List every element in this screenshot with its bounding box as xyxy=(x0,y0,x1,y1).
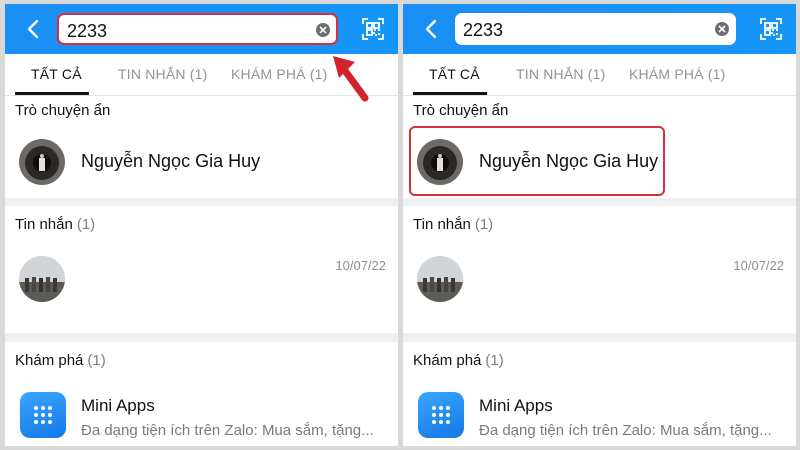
tab-messages[interactable]: TIN NHẮN (1) xyxy=(118,66,208,82)
hidden-chats-section: Trò chuyện ẩn Nguyễn Ngọc Gia Huy xyxy=(403,96,796,198)
mini-apps-grid-icon xyxy=(418,392,464,438)
section-title-messages: Tin nhắn (1) xyxy=(413,216,494,233)
search-header xyxy=(5,4,398,54)
clear-icon xyxy=(718,25,726,33)
tab-bar: TẤT CẢ TIN NHẮN (1) KHÁM PHÁ (1) xyxy=(403,54,796,96)
app-name: Mini Apps xyxy=(81,396,155,415)
section-title-explore: Khám phá (1) xyxy=(15,352,106,369)
mini-apps-row[interactable]: Mini Apps Đa dạng tiện ích trên Zalo: Mu… xyxy=(5,382,398,446)
section-title-messages: Tin nhắn (1) xyxy=(15,216,96,233)
tab-all[interactable]: TẤT CẢ xyxy=(31,66,82,82)
active-tab-indicator xyxy=(413,92,487,95)
tab-explore[interactable]: KHÁM PHÁ (1) xyxy=(629,66,726,82)
contact-name: Nguyễn Ngọc Gia Huy xyxy=(479,151,659,171)
avatar xyxy=(417,256,463,302)
search-box[interactable] xyxy=(455,13,736,45)
back-icon xyxy=(27,19,39,39)
app-description: Đa dạng tiện ích trên Zalo: Mua sắm, tặn… xyxy=(479,422,772,439)
active-tab-indicator xyxy=(15,92,89,95)
avatar xyxy=(417,139,463,185)
hidden-chats-section: Trò chuyện ẩn Nguyễn Ngọc Gia Huy xyxy=(5,96,398,198)
mini-apps-row[interactable]: Mini Apps Đa dạng tiện ích trên Zalo: Mu… xyxy=(403,382,796,446)
section-title-explore: Khám phá (1) xyxy=(413,352,504,369)
search-header xyxy=(403,4,796,54)
qr-scan-icon xyxy=(362,18,384,40)
explore-section: Khám phá (1) Mini Apps Đa dạng tiện ích t… xyxy=(403,342,796,446)
qr-scan-icon xyxy=(760,18,782,40)
screen-after: TẤT CẢ TIN NHẮN (1) KHÁM PHÁ (1) Trò chu… xyxy=(403,4,796,446)
app-description: Đa dạng tiện ích trên Zalo: Mua sắm, tặn… xyxy=(81,422,374,439)
avatar xyxy=(19,256,65,302)
message-date: 10/07/22 xyxy=(335,258,386,273)
mini-apps-grid-icon xyxy=(20,392,66,438)
section-title-hidden-chats: Trò chuyện ẩn xyxy=(413,102,509,119)
message-row[interactable]: 10/07/22 xyxy=(5,244,398,320)
message-row[interactable]: 10/07/22 xyxy=(403,244,796,320)
search-input[interactable] xyxy=(67,19,307,43)
back-button[interactable] xyxy=(419,16,443,42)
avatar xyxy=(19,139,65,185)
message-date: 10/07/22 xyxy=(733,258,784,273)
tab-messages[interactable]: TIN NHẮN (1) xyxy=(516,66,606,82)
arrow-icon xyxy=(333,56,369,102)
hidden-chat-row[interactable]: Nguyễn Ngọc Gia Huy xyxy=(403,130,796,192)
section-title-hidden-chats: Trò chuyện ẩn xyxy=(15,102,111,119)
qr-scan-button[interactable] xyxy=(759,17,783,41)
explore-section: Khám phá (1) Mini Apps Đa dạng tiện ích t… xyxy=(5,342,398,446)
qr-scan-button[interactable] xyxy=(361,17,385,41)
back-button[interactable] xyxy=(21,16,45,42)
search-input[interactable] xyxy=(463,18,703,42)
messages-section: Tin nhắn (1) 10/07/22 xyxy=(403,206,796,333)
contact-name: Nguyễn Ngọc Gia Huy xyxy=(81,151,261,171)
clear-button[interactable] xyxy=(715,22,729,36)
app-name: Mini Apps xyxy=(479,396,553,415)
back-icon xyxy=(425,19,437,39)
tab-all[interactable]: TẤT CẢ xyxy=(429,66,480,82)
clear-icon xyxy=(319,26,327,34)
search-box[interactable] xyxy=(57,13,338,45)
tab-explore[interactable]: KHÁM PHÁ (1) xyxy=(231,66,328,82)
clear-button[interactable] xyxy=(316,23,330,37)
hidden-chat-row[interactable]: Nguyễn Ngọc Gia Huy xyxy=(5,130,398,192)
messages-section: Tin nhắn (1) 10/07/22 xyxy=(5,206,398,333)
